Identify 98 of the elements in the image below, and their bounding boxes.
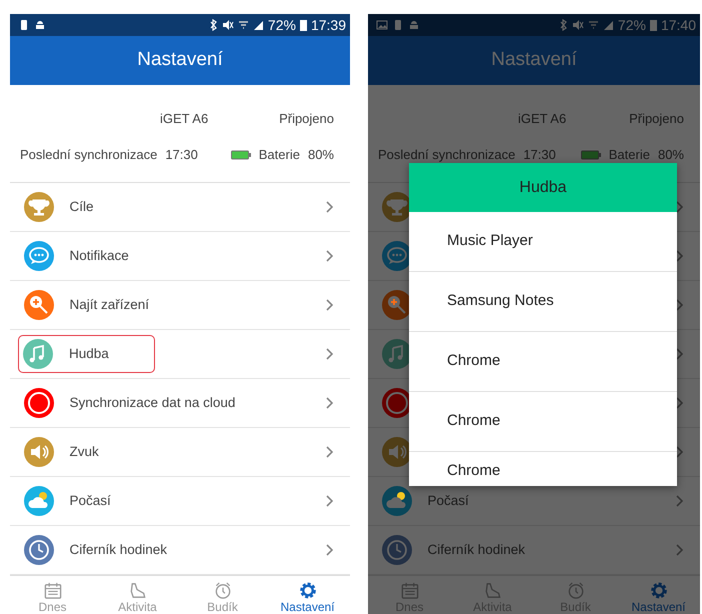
chevron-icon — [326, 348, 334, 360]
magnifier-plus-icon — [24, 290, 54, 320]
chevron-icon — [326, 250, 334, 262]
menu-label: Cíle — [70, 198, 94, 216]
menu-label: Ciferník hodinek — [428, 540, 526, 559]
menu-row[interactable]: Cíle — [10, 183, 350, 232]
battery-label: Baterie — [258, 146, 300, 164]
settings-icon — [648, 581, 668, 600]
status-time: 17:40 — [660, 16, 696, 34]
menu-row[interactable]: Hudba — [10, 330, 350, 379]
cloud-sun-icon — [382, 486, 412, 516]
image-icon — [376, 19, 388, 31]
battery-percent: 72% — [618, 16, 646, 34]
sync-label: Poslední synchronizace — [378, 146, 516, 164]
chevron-icon — [676, 299, 684, 311]
ring-icon — [24, 388, 54, 418]
menu-label: Hudba — [69, 344, 109, 363]
mute-icon — [222, 19, 234, 31]
chevron-icon — [676, 250, 684, 262]
music-note-icon — [23, 339, 53, 369]
battery-value: 80% — [658, 146, 684, 164]
dialog-option[interactable]: Samsung Notes — [409, 272, 677, 332]
speaker-icon — [24, 437, 54, 467]
menu-row[interactable]: Počasí — [10, 477, 350, 526]
menu-label: Synchronizace dat na cloud — [70, 394, 236, 412]
chevron-icon — [326, 495, 334, 507]
menu-label: Najít zařízení — [70, 296, 150, 314]
menu-row[interactable]: Ciferník hodinek — [10, 526, 350, 575]
menu-label: Zvuk — [70, 442, 99, 461]
chat-bubble-icon — [382, 241, 412, 271]
chat-bubble-icon — [24, 241, 54, 271]
mute-icon — [572, 19, 584, 31]
chevron-icon — [326, 397, 334, 409]
battery-percent: 72% — [268, 16, 296, 34]
dialog-option[interactable]: Music Player — [409, 212, 677, 272]
sync-label: Poslední synchronizace — [20, 146, 158, 164]
dialog-option[interactable]: Chrome — [409, 392, 677, 452]
screen-title: Nastavení — [491, 48, 577, 72]
alarm-clock-icon — [212, 581, 232, 600]
signal-icon — [252, 19, 264, 31]
battery-value: 80% — [308, 146, 334, 164]
menu-label: Počasí — [70, 492, 111, 510]
tab-button[interactable]: Nastavení — [265, 576, 350, 614]
wifi-icon — [588, 19, 599, 31]
clock-icon — [24, 535, 54, 565]
sneaker-icon — [482, 581, 502, 600]
connection-status: Připojeno — [279, 110, 334, 128]
menu-label: Počasí — [428, 492, 469, 510]
sync-time: 17:30 — [523, 146, 556, 164]
dialog-option[interactable]: Chrome — [409, 332, 677, 392]
battery-level-icon — [230, 150, 251, 160]
calendar-icon — [42, 581, 62, 600]
chevron-icon — [326, 201, 334, 213]
vibrate-icon — [392, 19, 404, 31]
battery-icon — [300, 19, 307, 31]
sneaker-icon — [128, 581, 148, 600]
speaker-icon — [382, 437, 412, 467]
sync-time: 17:30 — [165, 146, 198, 164]
device-name: iGET A6 — [518, 110, 566, 128]
battery-icon — [650, 19, 657, 31]
menu-row[interactable]: Najít zařízení — [10, 281, 350, 330]
dialog-option[interactable]: Chrome — [409, 452, 677, 486]
cloud-sun-icon — [24, 486, 54, 516]
trophy-icon — [24, 192, 54, 222]
vibrate-icon — [18, 19, 30, 31]
menu-label: Notifikace — [70, 246, 129, 265]
chevron-icon — [676, 544, 684, 556]
signal-icon — [602, 19, 614, 31]
connection-status: Připojeno — [629, 110, 684, 128]
clock-icon — [382, 535, 412, 565]
magnifier-plus-icon — [382, 290, 412, 320]
menu-label: Ciferník hodinek — [70, 540, 168, 559]
screen-title: Nastavení — [137, 48, 223, 72]
calendar-icon — [400, 581, 420, 600]
battery-label: Baterie — [608, 146, 650, 164]
menu-row[interactable]: Zvuk — [10, 428, 350, 477]
menu-row[interactable]: Notifikace — [10, 232, 350, 281]
status-time: 17:39 — [310, 16, 346, 34]
settings-icon — [298, 581, 318, 600]
wifi-icon — [238, 19, 249, 31]
music-note-icon — [382, 339, 412, 369]
bluetooth-icon — [208, 19, 218, 31]
ring-icon — [382, 388, 412, 418]
device-name: iGET A6 — [160, 110, 208, 128]
chevron-icon — [676, 348, 684, 360]
chevron-icon — [676, 446, 684, 458]
menu-row[interactable]: Synchronizace dat na cloud — [10, 379, 350, 428]
chevron-icon — [326, 446, 334, 458]
chevron-icon — [676, 397, 684, 409]
bluetooth-icon — [558, 19, 568, 31]
chevron-icon — [326, 544, 334, 556]
battery-level-icon — [580, 150, 601, 160]
chevron-icon — [676, 201, 684, 213]
alarm-clock-icon — [566, 581, 586, 600]
dialog-title: Hudba — [519, 178, 567, 198]
chevron-icon — [326, 299, 334, 311]
trophy-icon — [382, 192, 412, 222]
chevron-icon — [676, 495, 684, 507]
